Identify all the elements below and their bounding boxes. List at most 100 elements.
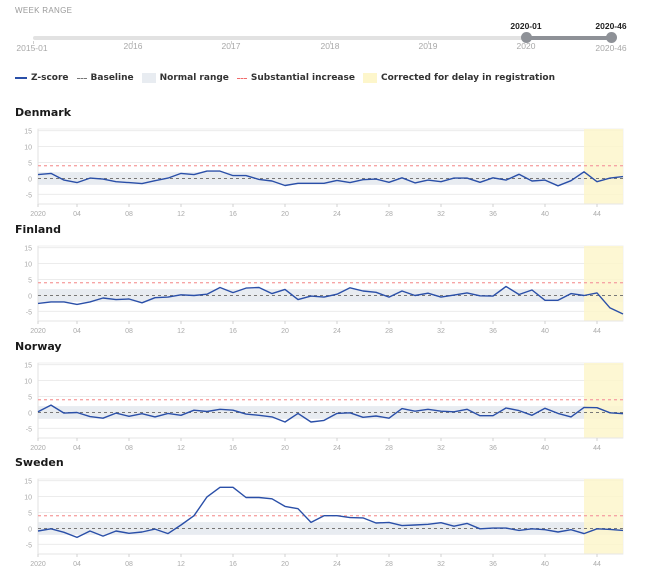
- slider-selected-range[interactable]: [526, 36, 611, 40]
- x-tick-label: 44: [593, 445, 601, 452]
- x-tick-label: 20: [281, 211, 289, 218]
- range-start-handle[interactable]: [521, 32, 532, 43]
- x-tick-label: 32: [437, 211, 445, 218]
- x-tick-label: 32: [437, 328, 445, 335]
- x-tick-label: 08: [125, 211, 133, 218]
- x-tick-label: 12: [177, 445, 185, 452]
- slider-tick-label: 2015-01: [16, 43, 48, 53]
- y-tick-label: -5: [26, 192, 32, 199]
- corrected-delay-region: [584, 246, 623, 321]
- x-tick-label: 44: [593, 561, 601, 568]
- x-tick-label: 12: [177, 328, 185, 335]
- legend-label: Z-score: [31, 73, 69, 83]
- range-end-label: 2020-46: [595, 21, 627, 31]
- x-tick-label: 28: [385, 445, 393, 452]
- x-tick-label: 20: [281, 328, 289, 335]
- x-tick-label: 40: [541, 328, 549, 335]
- range-end-handle[interactable]: [606, 32, 617, 43]
- y-tick-label: 10: [24, 262, 32, 269]
- legend-item-zscore[interactable]: Z-score: [15, 73, 69, 83]
- plot-area: [37, 478, 624, 555]
- x-tick-label: 40: [541, 445, 549, 452]
- substantial-increase-dash-icon: [236, 77, 247, 79]
- chart-panel-sweden: Sweden -5 0 5 10 15 2020 04 08 12 16 20 24 28 32 36 40 4…: [0, 456, 645, 574]
- corrected-delay-region: [584, 479, 623, 554]
- chart-norway: -5 0 5 10 15 2020 04 08 12 16 20 24 28 32 36 40 44: [24, 362, 624, 452]
- x-tick-label: 28: [385, 561, 393, 568]
- y-tick-label: 5: [28, 161, 32, 168]
- y-tick-label: 0: [28, 176, 32, 183]
- x-tick-label: 32: [437, 561, 445, 568]
- y-tick-label: 15: [24, 479, 32, 486]
- x-tick-label: 2020: [30, 328, 46, 335]
- corrected-delay-region: [584, 129, 623, 204]
- y-tick-label: -5: [26, 426, 32, 433]
- range-start-label: 2020-01: [510, 21, 542, 31]
- x-tick-label: 36: [489, 328, 497, 335]
- x-tick-label: 28: [385, 211, 393, 218]
- y-tick-label: 15: [24, 363, 32, 370]
- legend-item-substantial-increase[interactable]: Substantial increase: [236, 73, 355, 83]
- x-tick-label: 44: [593, 211, 601, 218]
- x-tick-label: 2020: [30, 211, 46, 218]
- x-tick-label: 16: [229, 561, 237, 568]
- x-tick-label: 08: [125, 561, 133, 568]
- normal-range-swatch-icon: [141, 73, 156, 83]
- x-tick-label: 24: [333, 328, 341, 335]
- baseline-dash-icon: [76, 77, 87, 79]
- y-tick-label: 0: [28, 526, 32, 533]
- legend-item-baseline[interactable]: Baseline: [76, 73, 134, 83]
- chart-title: Norway: [15, 340, 62, 353]
- x-tick-label: 28: [385, 328, 393, 335]
- x-tick-label: 16: [229, 211, 237, 218]
- y-tick-label: 10: [24, 145, 32, 152]
- y-tick-label: -5: [26, 542, 32, 549]
- chart-panel-denmark: Denmark -5 0 5 10 15 2020 04 08 12 16 20 24 28 32 36 40…: [0, 106, 645, 224]
- chart-panel-finland: Finland -5 0 5 10 15 2020 04 08 12 16 20 24 28 32 36 40…: [0, 223, 645, 341]
- x-tick-label: 40: [541, 561, 549, 568]
- chart-sweden: -5 0 5 10 15 2020 04 08 12 16 20 24 28 32 36 40 44: [24, 478, 624, 568]
- x-tick-label: 04: [73, 328, 81, 335]
- y-tick-label: 5: [28, 511, 32, 518]
- y-tick-label: 0: [28, 410, 32, 417]
- slider-tick-label: 2018: [320, 41, 340, 51]
- x-tick-label: 2020: [30, 561, 46, 568]
- x-tick-label: 08: [125, 328, 133, 335]
- y-tick-label: 10: [24, 495, 32, 502]
- x-tick-label: 36: [489, 561, 497, 568]
- plot-area: [37, 245, 624, 322]
- y-tick-label: 5: [28, 278, 32, 285]
- y-tick-label: 0: [28, 293, 32, 300]
- legend-label: Substantial increase: [250, 73, 355, 83]
- x-tick-label: 16: [229, 445, 237, 452]
- slider-tick-label: 2016: [123, 41, 143, 51]
- x-tick-label: 04: [73, 561, 81, 568]
- y-tick-label: -5: [26, 309, 32, 316]
- y-tick-label: 15: [24, 246, 32, 253]
- x-tick-label: 12: [177, 561, 185, 568]
- x-tick-label: 32: [437, 445, 445, 452]
- x-tick-label: 40: [541, 211, 549, 218]
- y-tick-label: 5: [28, 395, 32, 402]
- x-tick-label: 44: [593, 328, 601, 335]
- legend-item-normal-range[interactable]: Normal range: [141, 73, 229, 83]
- plot-area: [37, 362, 624, 439]
- slider-tick-label: 2019: [418, 41, 438, 51]
- week-range-slider[interactable]: 2015-01 2016 2017 2018 2019 2020 2020-46…: [0, 14, 645, 56]
- chart-denmark: -5 0 5 10 15 2020 04 08 12 16 20 24 28 32 36 40 44: [24, 128, 624, 218]
- corrected-delay-region: [584, 363, 623, 438]
- x-tick-label: 16: [229, 328, 237, 335]
- x-tick-label: 24: [333, 445, 341, 452]
- zscore-line-icon: [15, 77, 27, 79]
- legend-item-corrected-delay[interactable]: Corrected for delay in registration: [362, 73, 555, 83]
- legend: Z-score Baseline Normal range Substantia…: [15, 73, 563, 83]
- x-tick-label: 2020: [30, 445, 46, 452]
- x-tick-label: 04: [73, 445, 81, 452]
- x-tick-label: 36: [489, 211, 497, 218]
- chart-title: Finland: [15, 223, 62, 236]
- y-tick-label: 15: [24, 129, 32, 136]
- legend-label: Corrected for delay in registration: [380, 73, 555, 83]
- x-tick-label: 20: [281, 561, 289, 568]
- legend-label: Baseline: [90, 73, 134, 83]
- chart-panel-norway: Norway -5 0 5 10 15 2020 04 08 12 16 20 24 28 32 36 40 4…: [0, 340, 645, 458]
